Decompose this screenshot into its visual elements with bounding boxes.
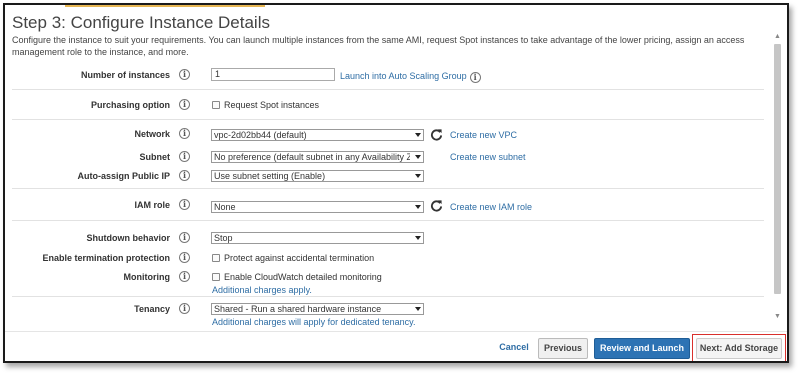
dropdown-arrow-icon	[415, 205, 421, 209]
footer-divider	[5, 331, 787, 332]
info-icon[interactable]: i	[469, 72, 481, 83]
spot-instances-checkbox[interactable]	[212, 101, 220, 109]
create-new-subnet-link[interactable]: Create new subnet	[450, 152, 526, 162]
public-ip-select-value: Use subnet setting (Enable)	[214, 171, 326, 181]
highlight-box	[692, 334, 786, 361]
info-icon[interactable]: i	[179, 232, 190, 243]
refresh-icon[interactable]	[430, 128, 443, 141]
public-ip-select[interactable]: Use subnet setting (Enable)	[211, 170, 424, 182]
tenancy-select[interactable]: Shared - Run a shared hardware instance	[211, 303, 424, 315]
dropdown-arrow-icon	[415, 155, 421, 159]
spot-instances-label: Request Spot instances	[224, 100, 320, 110]
subnet-label: Subnet	[139, 152, 171, 162]
info-icon[interactable]: i	[179, 128, 190, 139]
info-icon[interactable]: i	[179, 170, 190, 181]
subnet-select[interactable]: No preference (default subnet in any Ava…	[211, 151, 424, 163]
network-select[interactable]: vpc-2d02bb44 (default)	[211, 129, 424, 141]
info-icon[interactable]: i	[179, 69, 190, 80]
detailed-monitoring-checkbox[interactable]	[212, 273, 220, 281]
divider	[12, 89, 764, 90]
shutdown-behavior-label: Shutdown behavior	[86, 233, 170, 243]
previous-button[interactable]: Previous	[538, 338, 588, 359]
page-description: Configure the instance to suit your requ…	[12, 35, 745, 57]
shutdown-behavior-select[interactable]: Stop	[211, 232, 424, 244]
info-icon[interactable]: i	[179, 151, 190, 162]
scroll-thumb[interactable]	[774, 44, 781, 294]
dedicated-tenancy-charges-link[interactable]: Additional charges will apply for dedica…	[212, 317, 415, 327]
number-of-instances-label: Number of instances	[80, 70, 170, 80]
dropdown-arrow-icon	[415, 307, 421, 311]
purchasing-option-label: Purchasing option	[90, 100, 170, 110]
divider	[12, 188, 764, 189]
shutdown-behavior-select-value: Stop	[214, 233, 233, 243]
divider	[12, 220, 764, 221]
subnet-select-value: No preference (default subnet in any Ava…	[214, 152, 410, 162]
auto-assign-public-ip-label: Auto-assign Public IP	[77, 171, 170, 181]
info-icon[interactable]: i	[179, 252, 190, 263]
info-icon[interactable]: i	[179, 303, 190, 314]
create-new-iam-role-link[interactable]: Create new IAM role	[450, 202, 532, 212]
info-icon[interactable]: i	[179, 199, 190, 210]
info-icon[interactable]: i	[179, 271, 190, 282]
dropdown-arrow-icon	[415, 236, 421, 240]
review-and-launch-button[interactable]: Review and Launch	[594, 338, 690, 359]
iam-role-select[interactable]: None	[211, 201, 424, 213]
spot-instances-option[interactable]: Request Spot instances	[212, 100, 319, 110]
scroll-down-arrow-icon[interactable]: ▼	[772, 312, 783, 322]
network-select-value: vpc-2d02bb44 (default)	[214, 130, 307, 140]
page-title: Step 3: Configure Instance Details	[12, 13, 270, 32]
info-icon[interactable]: i	[179, 99, 190, 110]
vertical-scrollbar[interactable]: ▲ ▼	[772, 32, 783, 322]
auto-scaling-link-text[interactable]: Launch into Auto Scaling Group	[340, 71, 467, 81]
divider	[12, 296, 764, 297]
iam-role-label: IAM role	[134, 200, 170, 210]
cancel-button[interactable]: Cancel	[496, 338, 532, 359]
create-new-vpc-link[interactable]: Create new VPC	[450, 130, 517, 140]
termination-protection-text: Protect against accidental termination	[224, 253, 375, 263]
number-of-instances-input[interactable]: 1	[211, 68, 335, 81]
network-label: Network	[134, 129, 170, 139]
additional-charges-link[interactable]: Additional charges apply.	[212, 285, 312, 295]
top-accent-line	[65, 5, 265, 7]
termination-protection-label: Enable termination protection	[42, 253, 170, 263]
detailed-monitoring-text: Enable CloudWatch detailed monitoring	[224, 272, 382, 282]
dropdown-arrow-icon	[415, 133, 421, 137]
tenancy-select-value: Shared - Run a shared hardware instance	[214, 304, 382, 314]
detailed-monitoring-option[interactable]: Enable CloudWatch detailed monitoring	[212, 272, 382, 282]
monitoring-label: Monitoring	[123, 272, 171, 282]
dropdown-arrow-icon	[415, 174, 421, 178]
tenancy-label: Tenancy	[134, 304, 170, 314]
termination-protection-checkbox[interactable]	[212, 254, 220, 262]
refresh-icon[interactable]	[430, 199, 443, 212]
wizard-panel: Step 3: Configure Instance Details Confi…	[3, 3, 789, 363]
scroll-up-arrow-icon[interactable]: ▲	[772, 32, 783, 42]
divider	[12, 119, 764, 120]
termination-protection-option[interactable]: Protect against accidental termination	[212, 253, 374, 263]
iam-role-select-value: None	[214, 202, 236, 212]
auto-scaling-link[interactable]: Launch into Auto Scaling Group i	[340, 71, 481, 83]
